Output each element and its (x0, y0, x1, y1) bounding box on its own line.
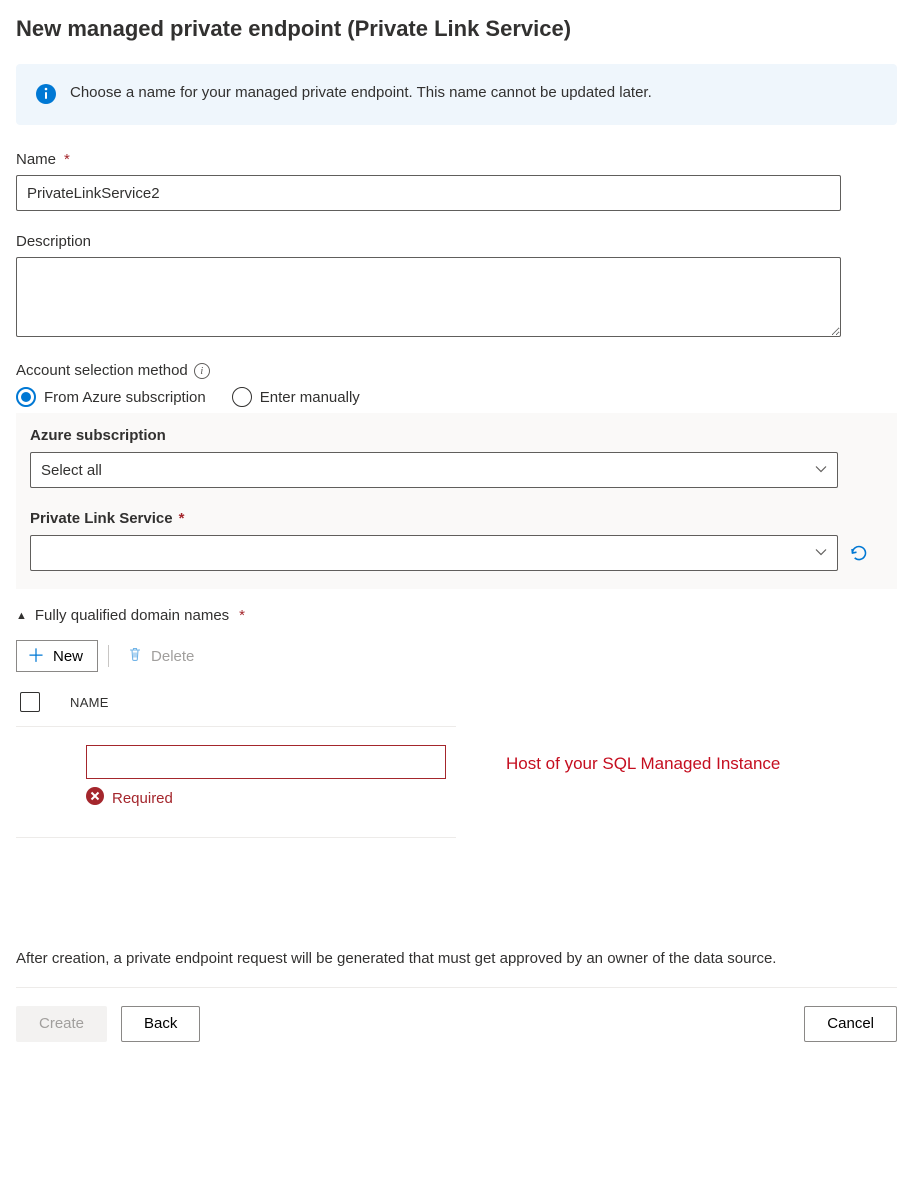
plus-icon: ＋ (27, 647, 45, 665)
error-icon (86, 787, 104, 809)
pls-label: Private Link Service* (30, 510, 883, 527)
azure-subscription-label: Azure subscription (30, 427, 883, 444)
fqdn-table: NAME Required (16, 686, 456, 838)
fqdn-name-input[interactable] (86, 745, 446, 779)
back-button[interactable]: Back (121, 1006, 200, 1042)
name-input[interactable] (16, 175, 841, 211)
trash-icon (127, 646, 143, 666)
account-method-label: Account selection method i (16, 362, 897, 379)
info-banner: Choose a name for your managed private e… (16, 64, 897, 125)
page-title: New managed private endpoint (Private Li… (16, 16, 897, 42)
radio-enter-manually[interactable]: Enter manually (232, 387, 360, 407)
column-header-name: NAME (70, 695, 109, 710)
info-message: Choose a name for your managed private e… (70, 82, 652, 104)
delete-button: Delete (119, 640, 202, 672)
private-link-service-select[interactable] (30, 535, 838, 571)
info-icon (36, 84, 56, 107)
new-button[interactable]: ＋ New (16, 640, 98, 672)
triangle-down-icon: ▲ (16, 610, 27, 622)
create-button: Create (16, 1006, 107, 1042)
footer-note: After creation, a private endpoint reque… (16, 948, 897, 988)
cancel-button[interactable]: Cancel (804, 1006, 897, 1042)
radio-from-subscription[interactable]: From Azure subscription (16, 387, 206, 407)
fqdn-section-toggle[interactable]: ▲ Fully qualified domain names* (16, 607, 897, 624)
error-message: Required (112, 790, 173, 807)
refresh-button[interactable] (848, 542, 870, 564)
name-label: Name* (16, 151, 897, 168)
chevron-down-icon (815, 546, 827, 561)
table-row: Required (16, 727, 456, 838)
annotation-text: Host of your SQL Managed Instance (506, 754, 780, 774)
description-label: Description (16, 233, 897, 250)
chevron-down-icon (815, 463, 827, 478)
description-textarea[interactable] (16, 257, 841, 337)
info-circle-icon[interactable]: i (194, 363, 210, 379)
toolbar-divider (108, 645, 109, 667)
select-all-checkbox[interactable] (20, 692, 40, 712)
azure-subscription-select[interactable]: Select all (30, 452, 838, 488)
subscription-panel: Azure subscription Select all Private Li… (16, 413, 897, 589)
